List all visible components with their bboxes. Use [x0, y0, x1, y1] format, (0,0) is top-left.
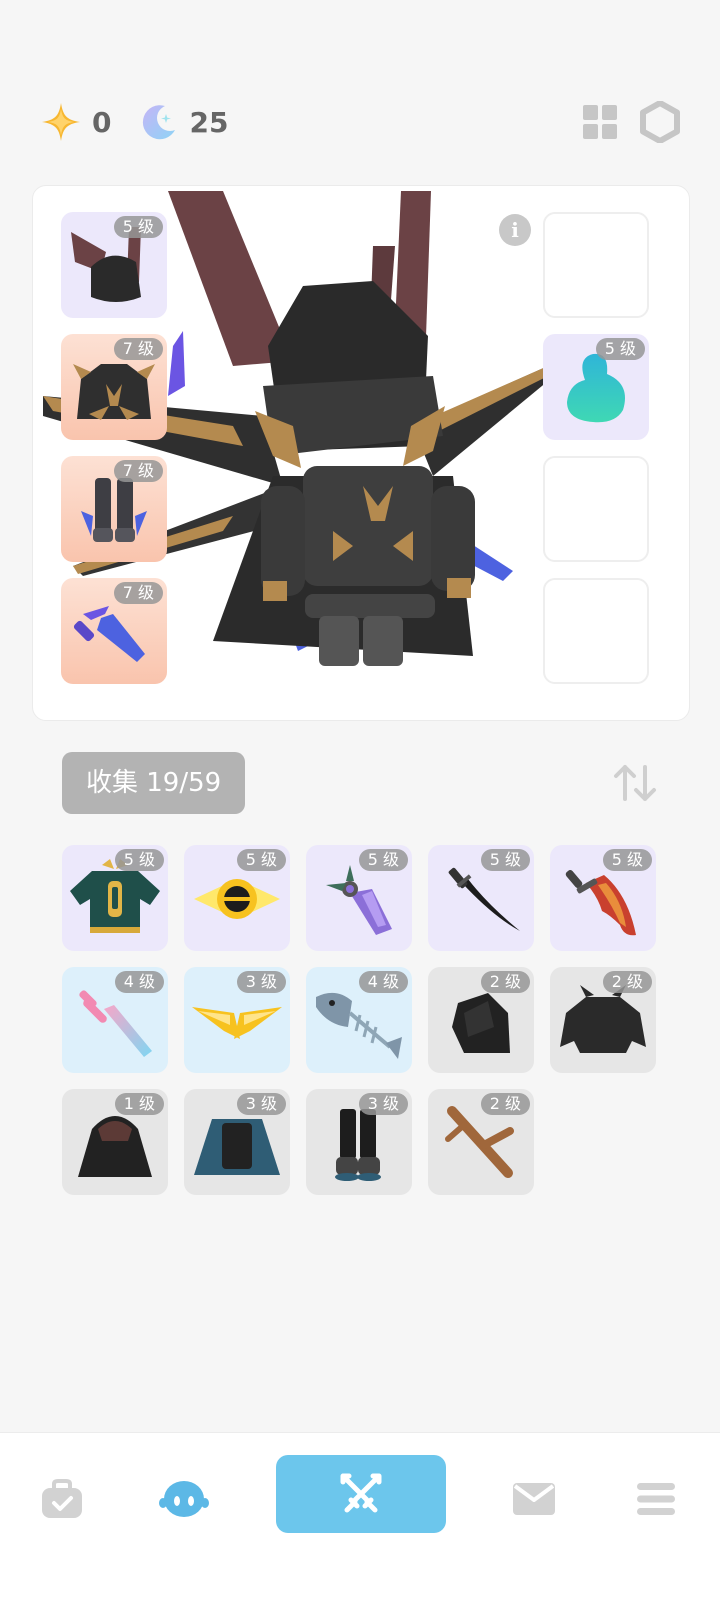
level-badge: 5 级	[113, 216, 163, 238]
moon-currency: 25	[139, 102, 228, 142]
equip-slot-empty[interactable]	[543, 456, 649, 562]
level-badge: 2 级	[480, 1093, 530, 1115]
inventory-item[interactable]: 5 级	[550, 845, 656, 951]
nav-battle[interactable]	[276, 1455, 446, 1533]
sparkle-star-icon	[42, 103, 80, 141]
level-badge: 7 级	[113, 460, 163, 482]
equip-slot-boots[interactable]: 7 级	[61, 456, 167, 562]
level-badge: 5 级	[236, 849, 286, 871]
top-bar: 0 25	[40, 96, 680, 148]
collect-counter[interactable]: 收集 19/59	[62, 752, 246, 814]
character-icon	[159, 1481, 209, 1517]
nav-mail[interactable]	[494, 1459, 574, 1539]
star-currency: 0	[40, 101, 111, 143]
level-badge: 7 级	[113, 582, 163, 604]
level-badge: 4 级	[358, 971, 408, 993]
moon-icon	[143, 105, 176, 140]
inventory-item[interactable]: 5 级	[184, 845, 290, 951]
inventory-item[interactable]: 3 级	[306, 1089, 412, 1195]
inventory-item[interactable]: 2 级	[428, 967, 534, 1073]
info-button[interactable]: i	[499, 214, 531, 246]
level-badge: 4 级	[114, 971, 164, 993]
level-badge: 5 级	[602, 849, 652, 871]
level-badge: 5 级	[595, 338, 645, 360]
inventory-item[interactable]: 2 级	[550, 967, 656, 1073]
level-badge: 7 级	[113, 338, 163, 360]
inventory-item[interactable]: 4 级	[62, 967, 168, 1073]
equip-slot-armor[interactable]: 7 级	[61, 334, 167, 440]
equip-slot-pet[interactable]: 5 级	[543, 334, 649, 440]
bottom-navigation	[0, 1432, 720, 1600]
inventory-item[interactable]: 3 级	[184, 1089, 290, 1195]
battle-swords-icon	[340, 1473, 382, 1513]
inventory-item[interactable]: 5 级	[428, 845, 534, 951]
collect-row: 收集 19/59	[62, 752, 658, 814]
nav-character[interactable]	[144, 1459, 224, 1539]
level-badge: 3 级	[358, 1093, 408, 1115]
nav-bag[interactable]	[22, 1459, 102, 1539]
equip-slot-empty[interactable]	[543, 578, 649, 684]
equip-slot-helmet[interactable]: 5 级	[61, 212, 167, 318]
equip-slot-empty[interactable]	[543, 212, 649, 318]
hexagon-settings-icon[interactable]	[640, 101, 680, 143]
inventory-item[interactable]: 3 级	[184, 967, 290, 1073]
bag-icon	[42, 1479, 82, 1518]
inventory-item[interactable]: 5 级	[306, 845, 412, 951]
inventory-item[interactable]: 2 级	[428, 1089, 534, 1195]
level-badge: 5 级	[358, 849, 408, 871]
nav-menu[interactable]	[616, 1459, 696, 1539]
level-badge: 3 级	[236, 971, 286, 993]
moon-count: 25	[189, 105, 229, 139]
star-count: 0	[92, 105, 112, 139]
level-badge: 1 级	[114, 1093, 164, 1115]
level-badge: 2 级	[602, 971, 652, 993]
mail-icon	[513, 1483, 555, 1515]
level-badge: 3 级	[236, 1093, 286, 1115]
inventory-item[interactable]: 1 级	[62, 1089, 168, 1195]
menu-icon	[637, 1483, 675, 1515]
inventory-item[interactable]: 4 级	[306, 967, 412, 1073]
equip-slot-weapon[interactable]: 7 级	[61, 578, 167, 684]
avatar-panel: 5 级 7 级 7 级 7 级 i 5 级	[32, 185, 690, 721]
sort-icon[interactable]	[612, 763, 658, 803]
grid-layout-icon[interactable]	[582, 104, 618, 140]
level-badge: 5 级	[114, 849, 164, 871]
inventory-item[interactable]: 5 级	[62, 845, 168, 951]
level-badge: 2 级	[480, 971, 530, 993]
level-badge: 5 级	[480, 849, 530, 871]
